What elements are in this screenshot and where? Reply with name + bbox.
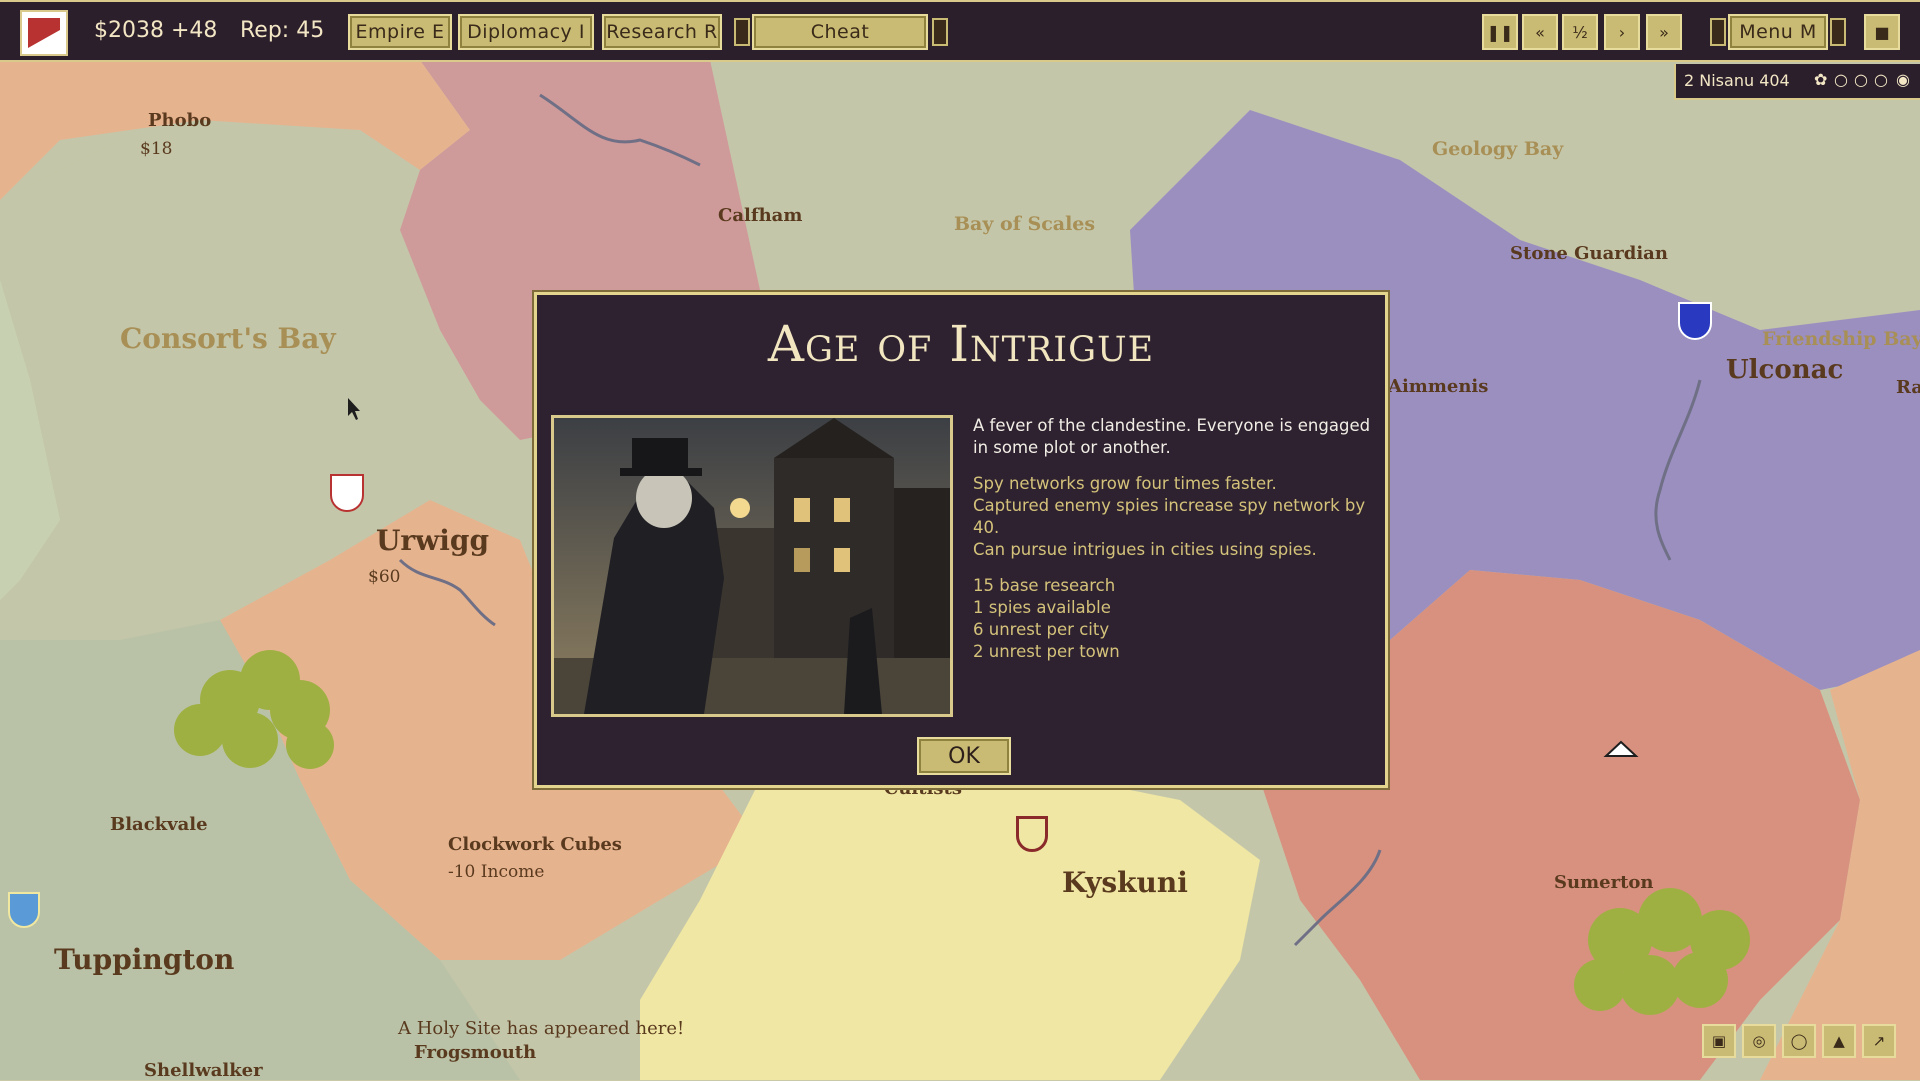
city-label[interactable]: Aimmenis <box>1388 376 1488 397</box>
ok-button[interactable]: OK <box>917 737 1011 775</box>
city-label[interactable]: Clockwork Cubes <box>448 834 622 855</box>
dialog-title: Age of Intrigue <box>767 315 1155 373</box>
effect-line: Captured enemy spies increase spy networ… <box>973 496 1366 537</box>
date-display: 2 Nisanu 404 <box>1684 71 1790 90</box>
menu-left-handle <box>1710 18 1726 46</box>
stat-line: 6 unrest per city <box>973 620 1110 639</box>
sea-label: Geology Bay <box>1432 138 1564 160</box>
moon-icon: ○ <box>1834 70 1848 89</box>
city-label[interactable]: Blackvale <box>110 814 208 835</box>
city-label[interactable]: Kyskuni <box>1062 866 1188 899</box>
faction-shield-icon[interactable] <box>8 892 40 928</box>
empire-button[interactable]: Empire E <box>348 14 452 50</box>
city-label[interactable]: Ulconac <box>1726 355 1843 385</box>
event-intro: A fever of the clandestine. Everyone is … <box>973 416 1371 457</box>
pause-icon[interactable]: ❚❚ <box>1482 14 1518 50</box>
map-mode-globe-icon[interactable]: ◎ <box>1742 1024 1776 1058</box>
effect-line: Spy networks grow four times faster. <box>973 474 1277 493</box>
cheat-left-handle <box>734 18 750 46</box>
city-label[interactable]: Sumerton <box>1554 872 1653 893</box>
stat-line: 15 base research <box>973 576 1116 595</box>
city-label[interactable]: Urwigg <box>376 524 489 557</box>
top-bar: $2038 +48 Rep: 45 Empire E Diplomacy I R… <box>0 0 1920 62</box>
city-label[interactable]: Ra <box>1896 377 1920 398</box>
city-income: $18 <box>140 139 173 159</box>
holy-site-notice: A Holy Site has appeared here! <box>398 1018 685 1039</box>
effect-line: Can pursue intrigues in cities using spi… <box>973 540 1317 559</box>
city-income: $60 <box>368 567 401 587</box>
diplomacy-button[interactable]: Diplomacy I <box>458 14 594 50</box>
city-label[interactable]: Stone Guardian <box>1510 243 1668 264</box>
city-label[interactable]: Tuppington <box>54 943 234 976</box>
menu-button[interactable]: Menu M <box>1728 14 1828 50</box>
map-mode-fist-icon[interactable]: ▲ <box>1822 1024 1856 1058</box>
play-icon[interactable]: › <box>1604 14 1640 50</box>
map-mode-shield-icon[interactable]: ◯ <box>1782 1024 1816 1058</box>
date-bar: 2 Nisanu 404 ✿ ○ ○ ○ ◉ <box>1674 64 1920 100</box>
cheat-right-handle <box>932 18 948 46</box>
moon-icon: ○ <box>1874 70 1888 89</box>
stat-line: 1 spies available <box>973 598 1111 617</box>
flower-icon: ✿ <box>1814 70 1828 89</box>
stat-line: 2 unrest per town <box>973 642 1120 661</box>
sea-label: Friendship Bay <box>1762 328 1920 350</box>
fast-forward-icon[interactable]: » <box>1646 14 1682 50</box>
faction-banner-icon[interactable] <box>20 10 68 56</box>
research-button[interactable]: Research R <box>602 14 722 50</box>
city-label[interactable]: Phobo <box>148 110 211 131</box>
faction-shield-icon[interactable] <box>330 474 364 512</box>
city-label[interactable]: Frogsmouth <box>414 1042 536 1063</box>
map-mode-sword-icon[interactable]: ↗ <box>1862 1024 1896 1058</box>
faction-shield-icon[interactable] <box>1678 302 1712 340</box>
event-description: A fever of the clandestine. Everyone is … <box>973 415 1373 663</box>
event-illustration <box>551 415 953 717</box>
city-label[interactable]: Calfham <box>718 205 802 226</box>
faction-shield-icon[interactable] <box>1016 816 1048 852</box>
cheat-button[interactable]: Cheat <box>752 14 928 50</box>
book-icon[interactable]: ■ <box>1864 14 1900 50</box>
sea-label: Consort's Bay <box>120 322 336 355</box>
moon-icon: ○ <box>1854 70 1868 89</box>
sea-label: Bay of Scales <box>954 213 1096 235</box>
slow-icon[interactable]: « <box>1522 14 1558 50</box>
menu-right-handle <box>1830 18 1846 46</box>
eye-icon[interactable]: ◉ <box>1896 70 1910 89</box>
event-dialog: Age of Intrigue A fever of the clandesti… <box>534 292 1388 788</box>
city-income: -10 Income <box>448 862 545 882</box>
reputation-display: Rep: 45 <box>240 18 325 43</box>
half-speed-icon[interactable]: ½ <box>1562 14 1598 50</box>
city-label[interactable]: Shellwalker <box>144 1060 263 1081</box>
treasury-display: $2038 +48 <box>94 18 218 43</box>
map-mode-minimap-icon[interactable]: ▣ <box>1702 1024 1736 1058</box>
